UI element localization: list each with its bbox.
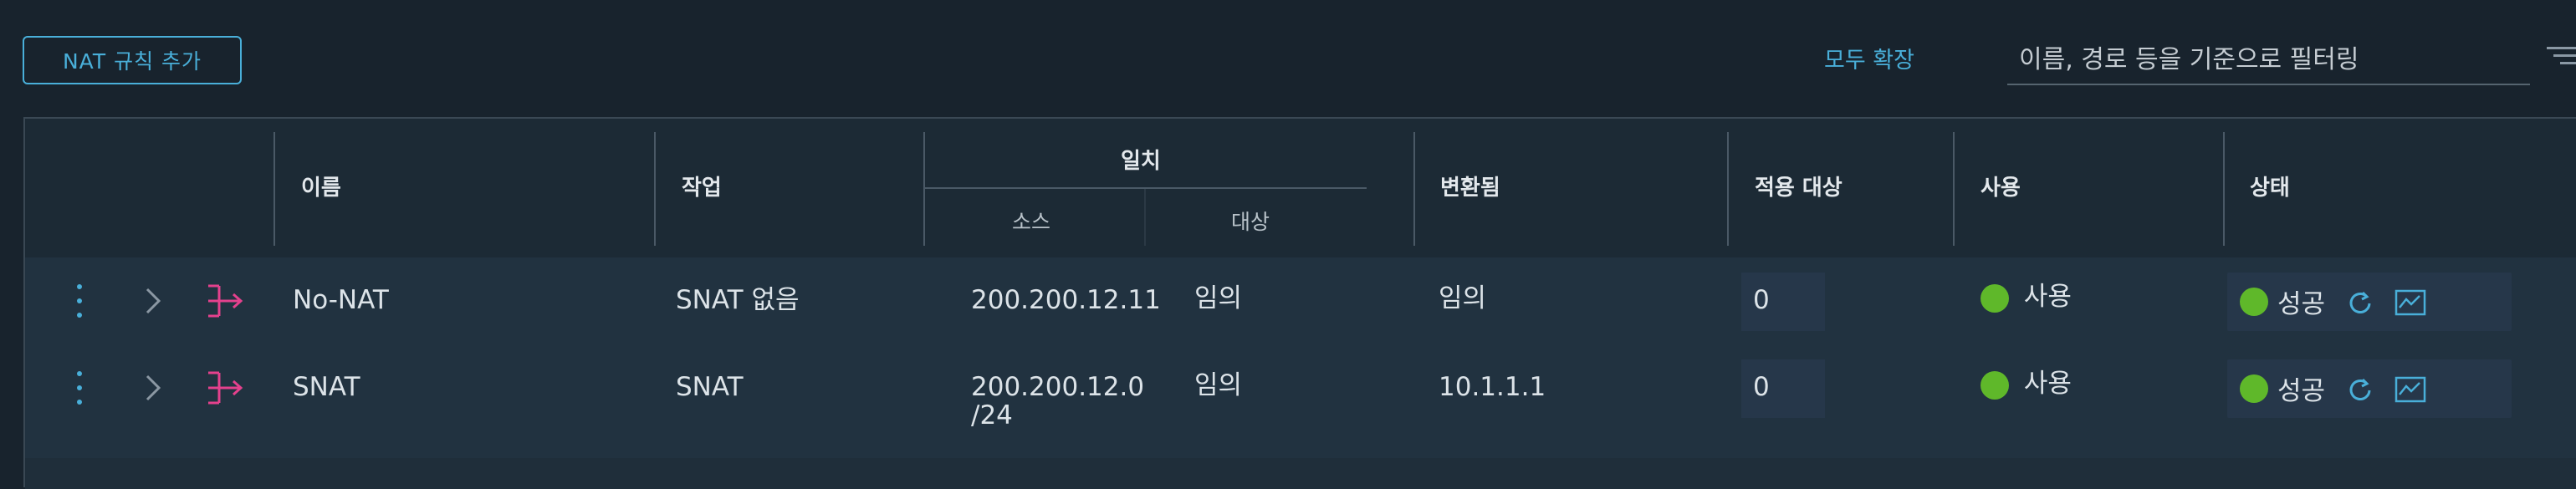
chart-icon[interactable] [2395, 289, 2426, 319]
rule-action: SNAT [676, 372, 744, 402]
chevron-right-icon[interactable] [142, 371, 164, 408]
status-cell: 성공 [2227, 359, 2512, 418]
expand-all-link[interactable]: 모두 확장 [1824, 42, 1914, 74]
status-cell: 성공 [2227, 273, 2512, 331]
rule-action: SNAT 없음 [676, 285, 800, 315]
grid-header: 이름 작업 일치 소스 대상 변환됨 적용 대상 사용 상태 [25, 119, 2576, 259]
rule-enabled: 사용 [1981, 281, 2072, 313]
grid-empty-area [25, 458, 2576, 489]
enabled-label: 사용 [2023, 369, 2072, 399]
refresh-icon[interactable] [2346, 289, 2374, 321]
rule-enabled: 사용 [1981, 368, 2072, 400]
column-header-destination[interactable]: 대상 [1231, 206, 1270, 236]
rule-source-line2: /24 [971, 400, 1013, 430]
enabled-status-dot [1981, 370, 2009, 400]
nat-rule-icon [206, 369, 244, 410]
rule-source-line1: 200.200.12.0 [971, 372, 1145, 402]
enabled-label: 사용 [2023, 282, 2072, 312]
column-separator[interactable] [1413, 132, 1415, 246]
row-actions-kebab-icon[interactable] [67, 284, 92, 318]
column-separator [1144, 189, 1146, 246]
row-actions-kebab-icon[interactable] [67, 371, 92, 405]
rule-source: 200.200.12.11 [971, 285, 1161, 315]
column-header-match: 일치 [1121, 149, 1161, 174]
chevron-right-icon[interactable] [142, 284, 164, 321]
status-success-dot [2240, 288, 2268, 316]
column-separator[interactable] [1953, 132, 1955, 246]
chart-icon[interactable] [2395, 376, 2426, 406]
table-row: SNAT SNAT 200.200.12.0 /24 임의 10.1.1.1 0… [25, 346, 2576, 460]
column-header-name[interactable]: 이름 [301, 171, 341, 201]
column-header-translated[interactable]: 변환됨 [1440, 171, 1500, 201]
rule-name: No-NAT [293, 285, 389, 315]
filter-input[interactable] [2007, 35, 2530, 85]
column-header-status[interactable]: 상태 [2250, 171, 2290, 201]
nat-rules-grid: 이름 작업 일치 소스 대상 변환됨 적용 대상 사용 상태 No-NAT SN [23, 117, 2576, 489]
column-separator[interactable] [2223, 132, 2225, 246]
add-nat-rule-button[interactable]: NAT 규칙 추가 [23, 36, 242, 84]
column-separator[interactable] [1727, 132, 1729, 246]
column-header-action[interactable]: 작업 [682, 171, 722, 201]
enabled-status-dot [1981, 283, 2009, 313]
status-label: 성공 [2277, 289, 2326, 319]
rule-translated: 10.1.1.1 [1439, 372, 1546, 402]
column-separator[interactable] [923, 132, 925, 246]
rule-applied-to[interactable]: 0 [1753, 284, 1770, 316]
rule-name: SNAT [293, 372, 360, 402]
column-header-enabled[interactable]: 사용 [1981, 171, 2021, 201]
status-success-dot [2240, 374, 2268, 403]
column-header-applied-to[interactable]: 적용 대상 [1755, 171, 1843, 201]
filter-icon[interactable] [2547, 43, 2576, 69]
refresh-icon[interactable] [2346, 376, 2374, 408]
nat-rule-icon [206, 283, 244, 323]
column-separator[interactable] [654, 132, 656, 246]
rule-destination: 임의 [1194, 370, 1243, 400]
rule-applied-to[interactable]: 0 [1753, 371, 1770, 403]
column-separator[interactable] [273, 132, 275, 246]
toolbar: NAT 규칙 추가 모두 확장 [0, 0, 2576, 117]
status-label: 성공 [2277, 376, 2326, 406]
table-row: No-NAT SNAT 없음 200.200.12.11 임의 임의 0 사용 … [25, 257, 2576, 348]
column-header-source[interactable]: 소스 [1012, 206, 1050, 236]
rule-translated: 임의 [1439, 283, 1487, 313]
rule-destination: 임의 [1194, 283, 1243, 313]
